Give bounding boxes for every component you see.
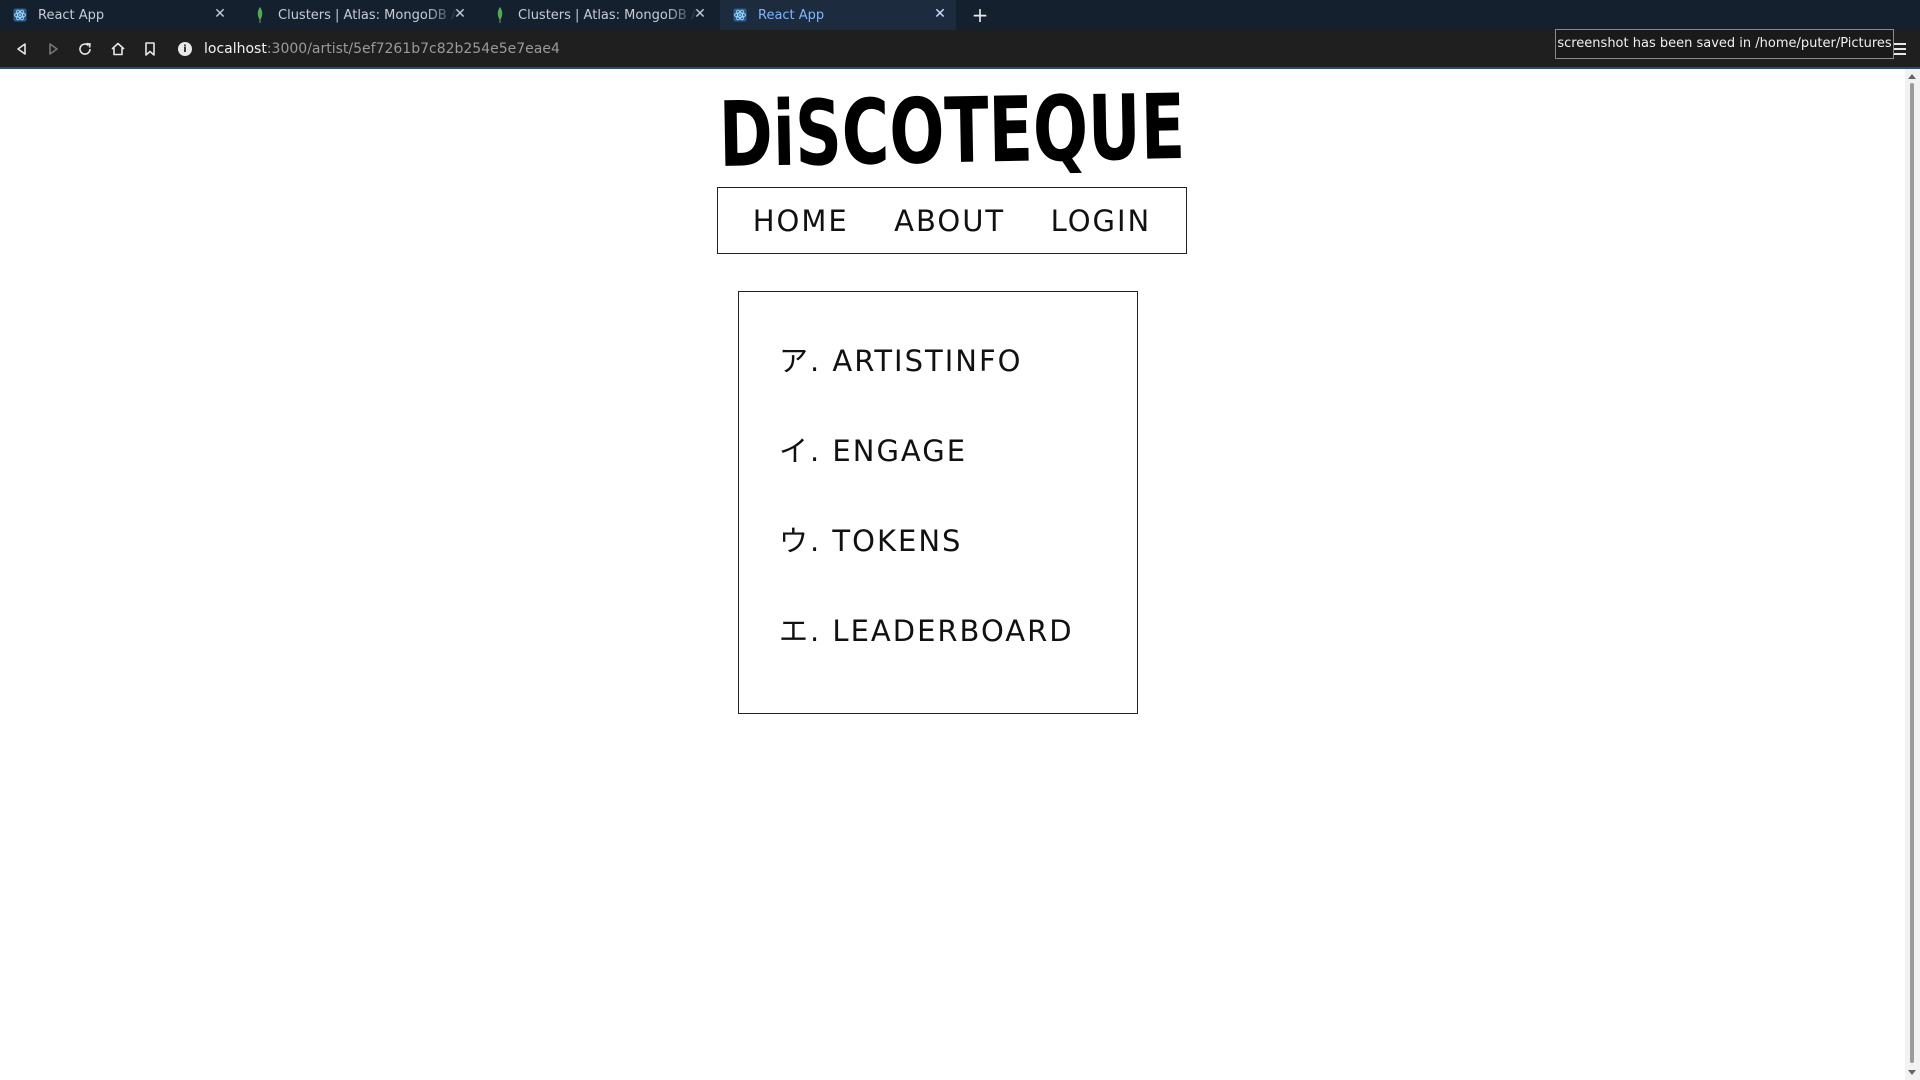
discoteque-logo[interactable]: DiSCOTEQUE: [717, 75, 1187, 188]
close-tab-icon[interactable]: ✕: [932, 6, 948, 22]
scroll-down-icon[interactable]: [1908, 1070, 1916, 1075]
menu-item-tokens[interactable]: ウ. TOKENS: [779, 518, 962, 560]
nav-about-link[interactable]: ABOUT: [894, 204, 1005, 238]
scroll-thumb[interactable]: [1910, 83, 1914, 1063]
tab-react-app-active[interactable]: React App ✕: [720, 0, 956, 30]
reload-button[interactable]: [75, 39, 95, 59]
main-nav: HOME ABOUT LOGIN: [717, 187, 1187, 254]
tab-strip: React App ✕ Clusters | Atlas: MongoDB At…: [0, 0, 1920, 30]
menu-item-leaderboard[interactable]: エ. LEADERBOARD: [779, 608, 1074, 650]
menu-item-engage[interactable]: イ. ENGAGE: [779, 428, 967, 470]
forward-arrow-icon: [49, 43, 58, 55]
tab-title: React App: [758, 7, 825, 23]
tab-title: React App: [38, 7, 105, 23]
hamburger-menu-icon[interactable]: [1894, 43, 1906, 55]
logo-text: DiSCOTEQUE: [718, 83, 1186, 183]
screenshot-toast: screenshot has been saved in /home/puter…: [1555, 29, 1894, 59]
new-tab-button[interactable]: +: [968, 3, 992, 27]
close-tab-icon[interactable]: ✕: [692, 6, 708, 22]
bookmark-icon: [145, 42, 155, 56]
mongodb-leaf-icon: [252, 7, 268, 23]
tab-mongodb-atlas-1[interactable]: Clusters | Atlas: MongoDB Atlas ✕: [240, 0, 476, 30]
address-bar[interactable]: i localhost:3000/artist/5ef7261b7c82b254…: [178, 36, 1478, 62]
back-arrow-icon: [17, 43, 26, 55]
tab-react-app-1[interactable]: React App ✕: [0, 0, 236, 30]
bookmark-button[interactable]: [140, 39, 160, 59]
forward-button[interactable]: [43, 39, 63, 59]
page-content: DiSCOTEQUE HOME ABOUT LOGIN ア. ARTISTINF…: [0, 69, 1905, 1080]
nav-login-link[interactable]: LOGIN: [1051, 204, 1152, 238]
tab-title: Clusters | Atlas: MongoDB Atlas: [518, 7, 698, 23]
close-tab-icon[interactable]: ✕: [212, 6, 228, 22]
info-icon[interactable]: i: [178, 42, 192, 56]
tab-mongodb-atlas-2[interactable]: Clusters | Atlas: MongoDB Atlas ✕: [480, 0, 716, 30]
back-button[interactable]: [12, 39, 32, 59]
react-icon: [732, 7, 748, 23]
vertical-scrollbar[interactable]: [1905, 69, 1920, 1080]
scroll-up-icon[interactable]: [1908, 74, 1916, 79]
url-path: :3000/artist/5ef7261b7c82b254e5e7eae4: [266, 41, 560, 57]
nav-home-link[interactable]: HOME: [753, 204, 849, 238]
menu-item-artistinfo[interactable]: ア. ARTISTINFO: [779, 338, 1022, 380]
artist-menu: ア. ARTISTINFO イ. ENGAGE ウ. TOKENS エ. LEA…: [738, 291, 1138, 714]
mongodb-leaf-icon: [492, 7, 508, 23]
home-icon: [111, 42, 125, 56]
url-host: localhost: [204, 41, 267, 57]
reload-icon: [79, 42, 91, 55]
close-tab-icon[interactable]: ✕: [452, 6, 468, 22]
react-icon: [12, 7, 28, 23]
tab-title: Clusters | Atlas: MongoDB Atlas: [278, 7, 458, 23]
home-button[interactable]: [108, 39, 128, 59]
